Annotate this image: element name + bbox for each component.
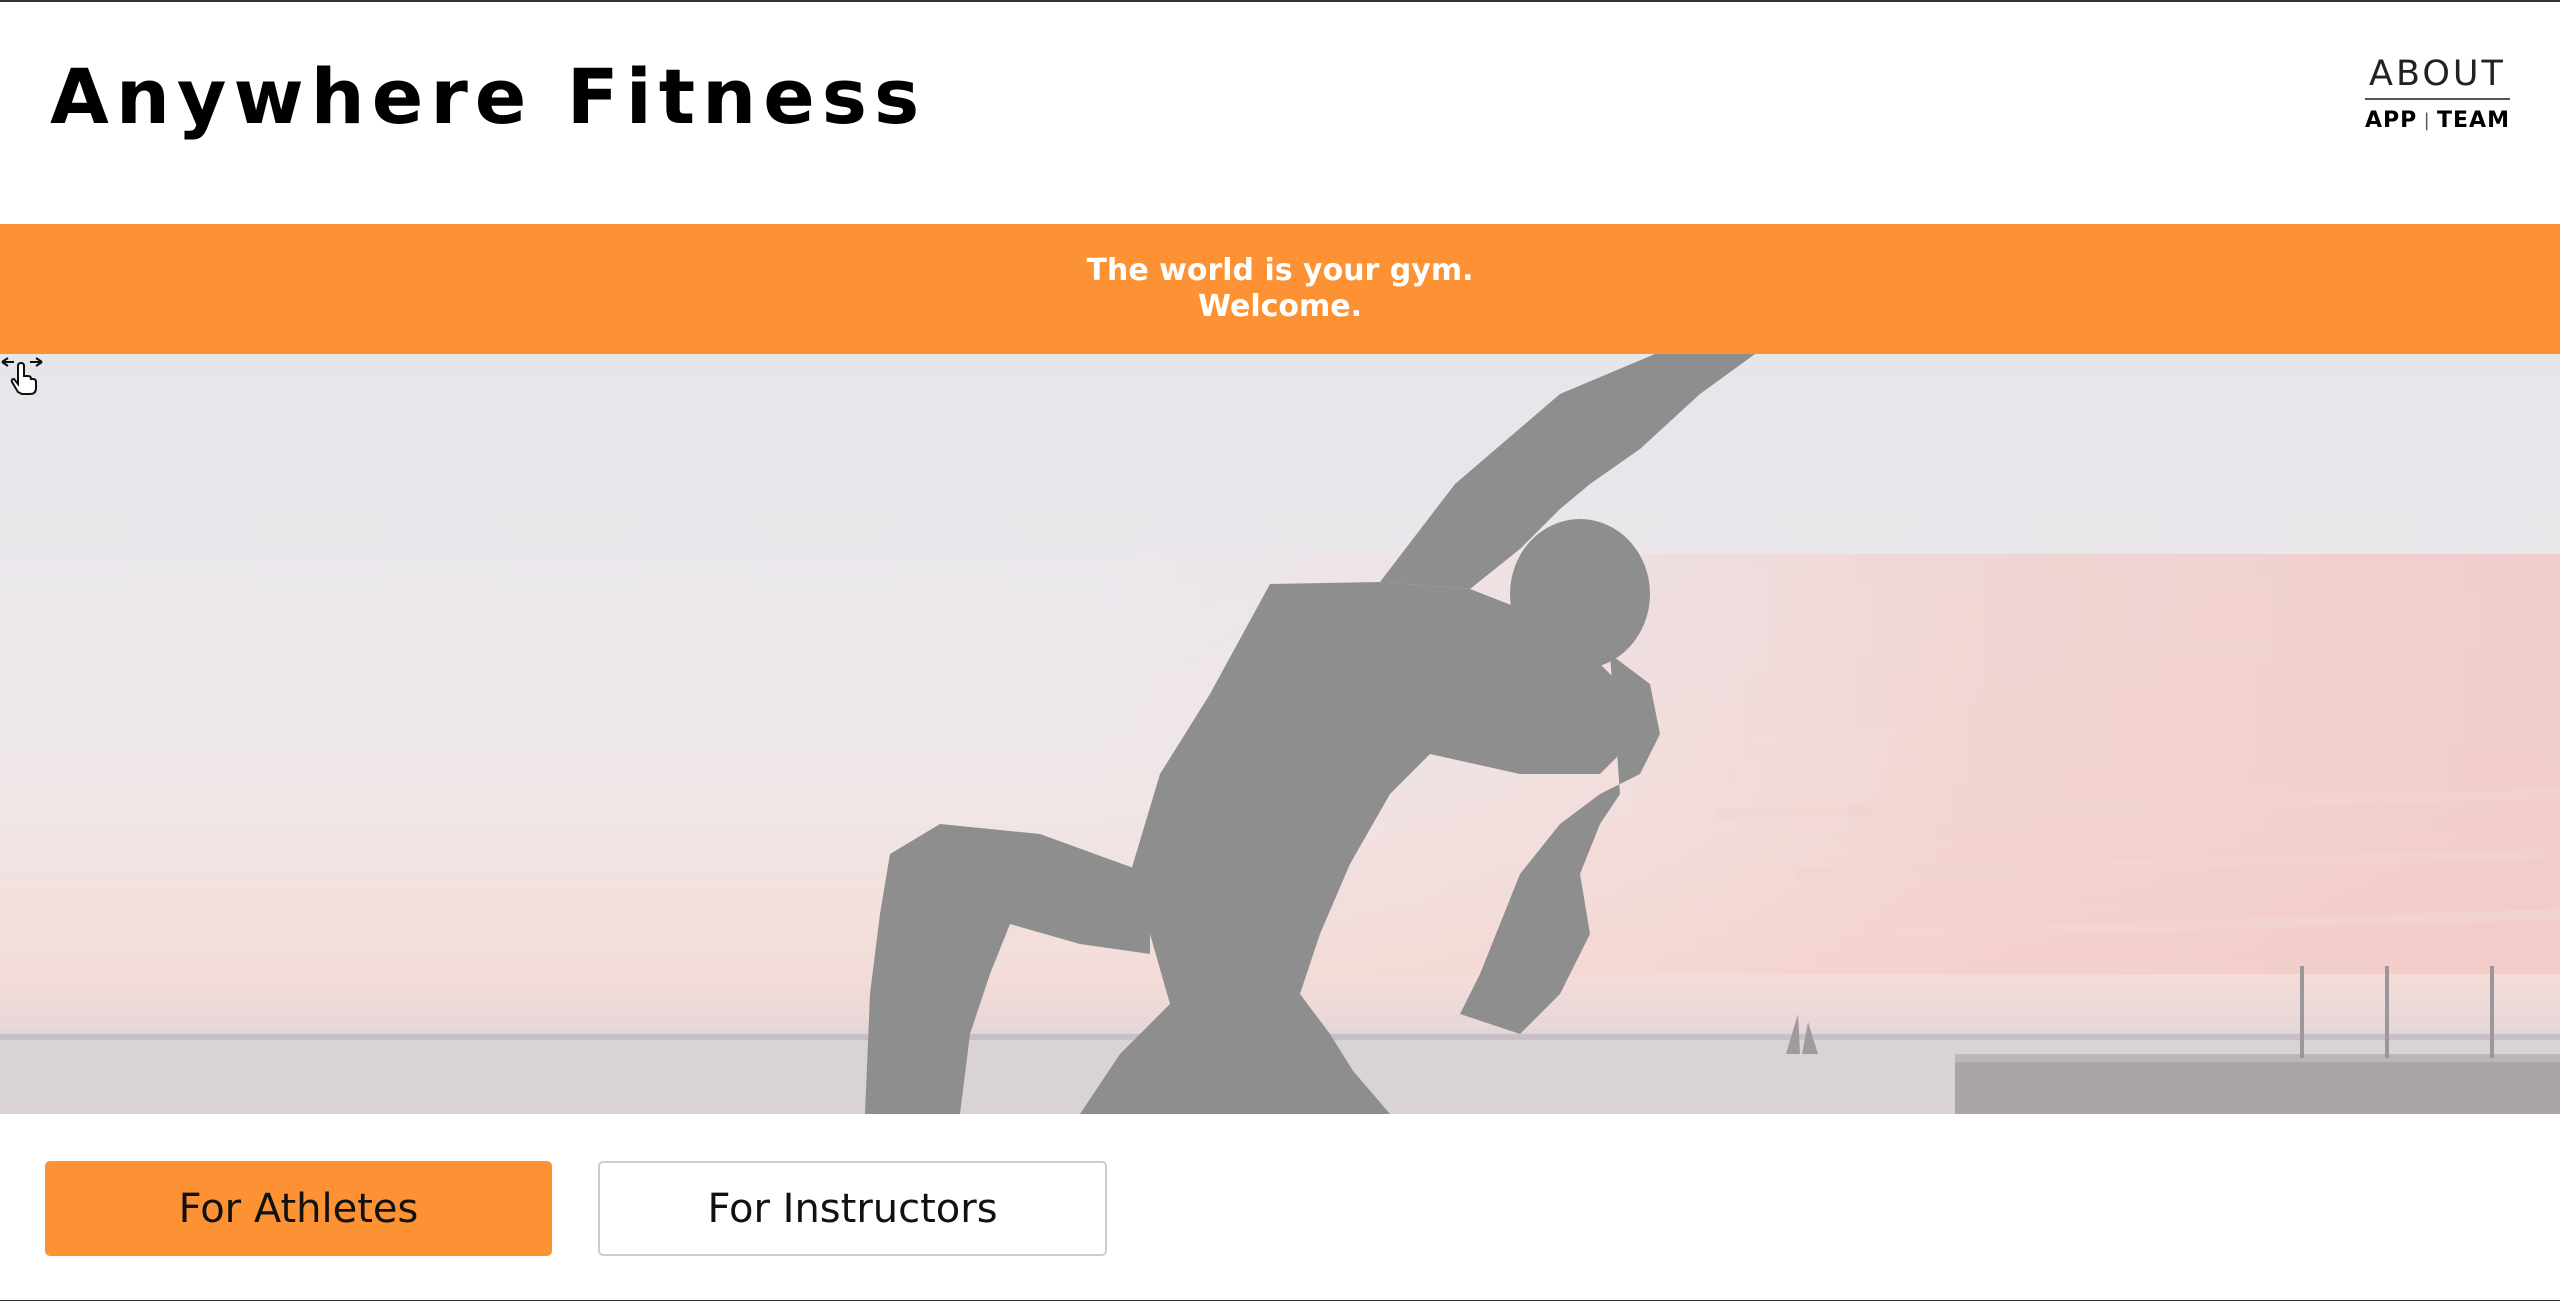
site-logo[interactable]: Anywhere Fitness bbox=[50, 52, 926, 141]
about-links: APP | TEAM bbox=[2365, 108, 2510, 133]
banner-welcome: Welcome. bbox=[1197, 289, 1363, 324]
about-title[interactable]: ABOUT bbox=[2365, 54, 2510, 100]
welcome-banner: The world is your gym. Welcome. bbox=[0, 224, 2560, 354]
about-app-link[interactable]: APP bbox=[2365, 108, 2417, 133]
for-instructors-button[interactable]: For Instructors bbox=[598, 1161, 1107, 1256]
yoga-silhouette-image bbox=[0, 354, 2560, 1114]
banner-tagline: The world is your gym. bbox=[1086, 253, 1474, 288]
about-team-link[interactable]: TEAM bbox=[2437, 108, 2510, 133]
site-header: Anywhere Fitness ABOUT APP | TEAM bbox=[0, 2, 2560, 224]
about-nav: ABOUT APP | TEAM bbox=[2365, 54, 2510, 133]
for-athletes-button[interactable]: For Athletes bbox=[45, 1161, 552, 1256]
about-separator: | bbox=[2423, 110, 2431, 131]
hand-pointer-resize-icon bbox=[1, 357, 43, 395]
page: Anywhere Fitness ABOUT APP | TEAM The wo… bbox=[0, 0, 2560, 1301]
hero-image bbox=[0, 354, 2560, 1114]
